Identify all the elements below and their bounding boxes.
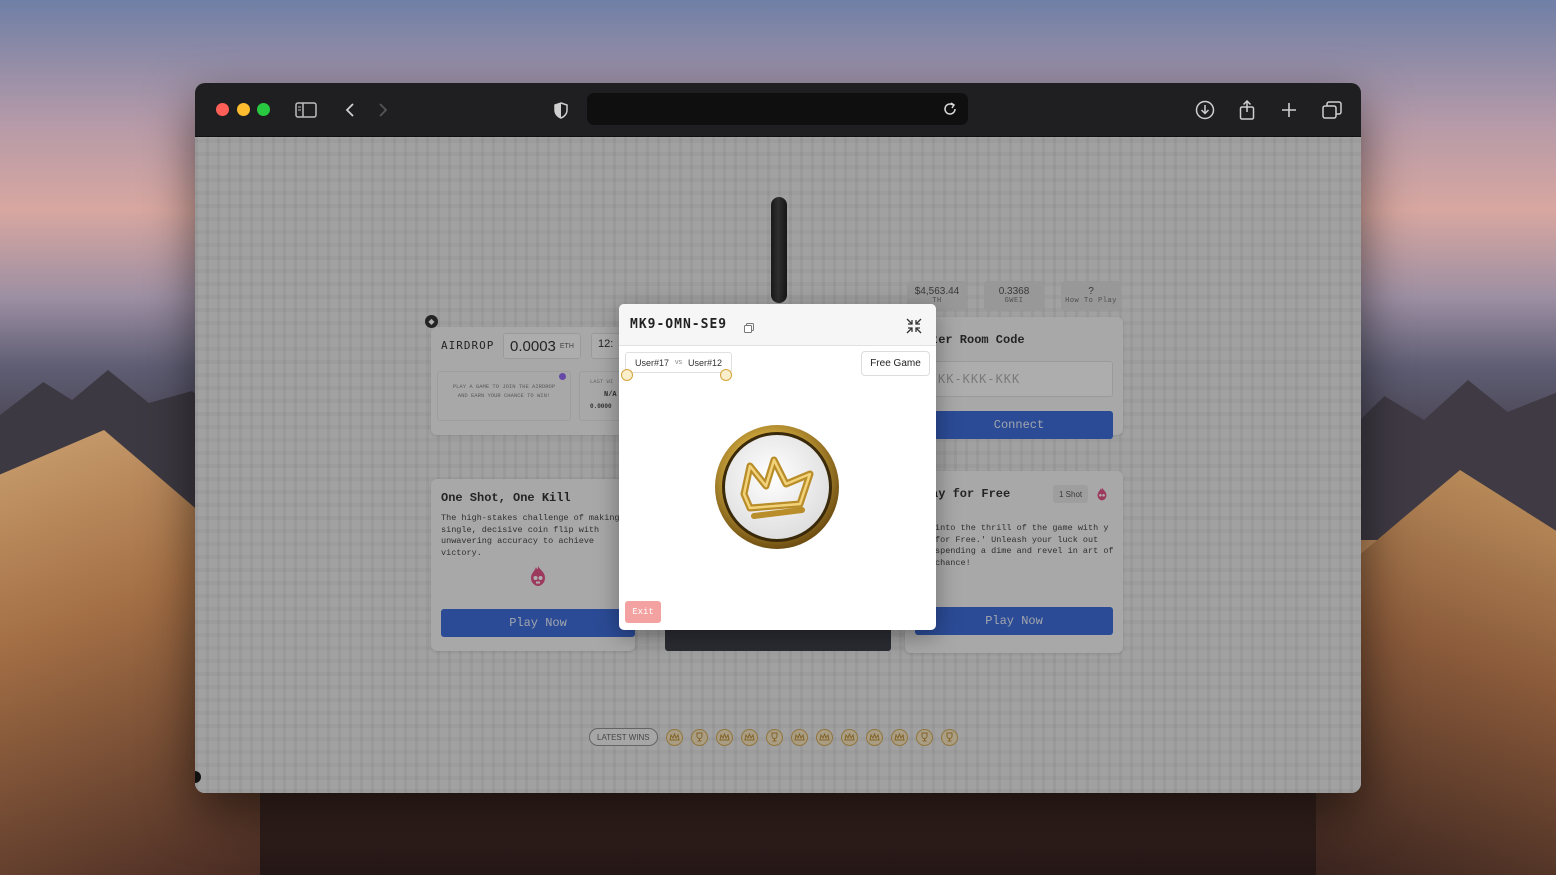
vs-label: vs bbox=[675, 359, 683, 366]
copy-icon[interactable] bbox=[744, 320, 754, 333]
close-window-button[interactable] bbox=[216, 103, 229, 116]
tab-overview-icon[interactable] bbox=[1319, 97, 1345, 123]
room-code: MK9-OMN-SE9 bbox=[630, 317, 728, 332]
share-icon[interactable] bbox=[1234, 97, 1260, 123]
player-one-name: User#17 bbox=[635, 357, 670, 368]
player-two-crown-icon bbox=[720, 369, 732, 381]
modal-header: MK9-OMN-SE9 bbox=[619, 304, 936, 346]
page-content: ◆ AIRDROP 0.0003 ETH 12: PLAY A GAME TO … bbox=[195, 137, 1361, 793]
forward-icon[interactable] bbox=[370, 97, 396, 123]
game-modal: MK9-OMN-SE9 User#17 vs User#12 Free Game bbox=[619, 304, 936, 630]
download-icon[interactable] bbox=[1192, 97, 1218, 123]
reload-icon[interactable] bbox=[938, 97, 962, 121]
game-type-badge: Free Game bbox=[861, 351, 930, 376]
minimize-window-button[interactable] bbox=[237, 103, 250, 116]
zoom-window-button[interactable] bbox=[257, 103, 270, 116]
exit-button[interactable]: Exit bbox=[625, 601, 661, 623]
privacy-shield-icon[interactable] bbox=[548, 97, 574, 123]
collapse-icon[interactable] bbox=[906, 318, 922, 334]
crown-coin-icon bbox=[714, 424, 840, 550]
back-icon[interactable] bbox=[337, 97, 363, 123]
new-tab-icon[interactable] bbox=[1276, 97, 1302, 123]
address-bar[interactable] bbox=[587, 93, 968, 125]
player-two-name: User#12 bbox=[688, 357, 723, 368]
sidebar-toggle-icon[interactable] bbox=[293, 97, 319, 123]
browser-toolbar bbox=[195, 83, 1361, 137]
players-matchup: User#17 vs User#12 bbox=[625, 352, 733, 373]
browser-window: ◆ AIRDROP 0.0003 ETH 12: PLAY A GAME TO … bbox=[195, 83, 1361, 793]
player-one-trophy-icon bbox=[621, 369, 633, 381]
